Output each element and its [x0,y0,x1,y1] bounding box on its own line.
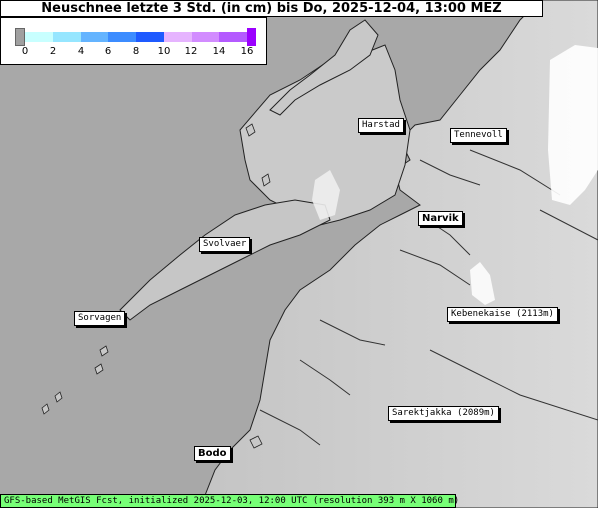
place-label-sorvagen: Sorvagen [74,311,128,328]
forecast-info-footer: GFS-based MetGIS Fcst, initialized 2025-… [0,494,459,508]
place-label-harstad: Harstad [358,118,406,135]
legend-tick: 12 [184,46,198,57]
place-label-tennevoll: Tennevoll [450,128,509,145]
legend-swatch [52,32,81,42]
legend-tick: 2 [49,46,57,57]
legend-tick: 0 [21,46,29,57]
map-title: Neuschnee letzte 3 Std. (in cm) bis Do, … [0,0,543,17]
snow-legend: 0 2 4 6 8 10 12 14 16 [0,17,267,65]
legend-swatch [108,32,136,42]
legend-underflow-swatch [15,28,25,46]
legend-swatch [219,32,247,42]
terrain-map [0,0,598,508]
legend-swatch [25,32,53,42]
legend-color-bar [25,32,247,42]
legend-swatch [191,32,220,42]
place-label-kebnekaise: Kebenekaise (2113m) [447,307,560,324]
legend-tick: 4 [77,46,85,57]
place-label-narvik: Narvik [418,211,465,228]
legend-overflow-swatch [247,28,256,46]
legend-tick: 6 [104,46,112,57]
legend-tick: 8 [132,46,140,57]
legend-tick: 10 [157,46,171,57]
legend-swatch [136,32,164,42]
legend-tick: 14 [212,46,226,57]
legend-tick-labels: 0 2 4 6 8 10 12 14 16 [1,46,268,60]
snow-patch-east [548,45,598,205]
place-label-sarektjakka: Sarektjakka (2089m) [388,406,501,423]
legend-swatch [80,32,109,42]
place-label-bodo: Bodo [194,446,233,463]
legend-swatch [163,32,192,42]
place-label-svolvaer: Svolvaer [199,237,253,254]
legend-tick: 16 [240,46,254,57]
